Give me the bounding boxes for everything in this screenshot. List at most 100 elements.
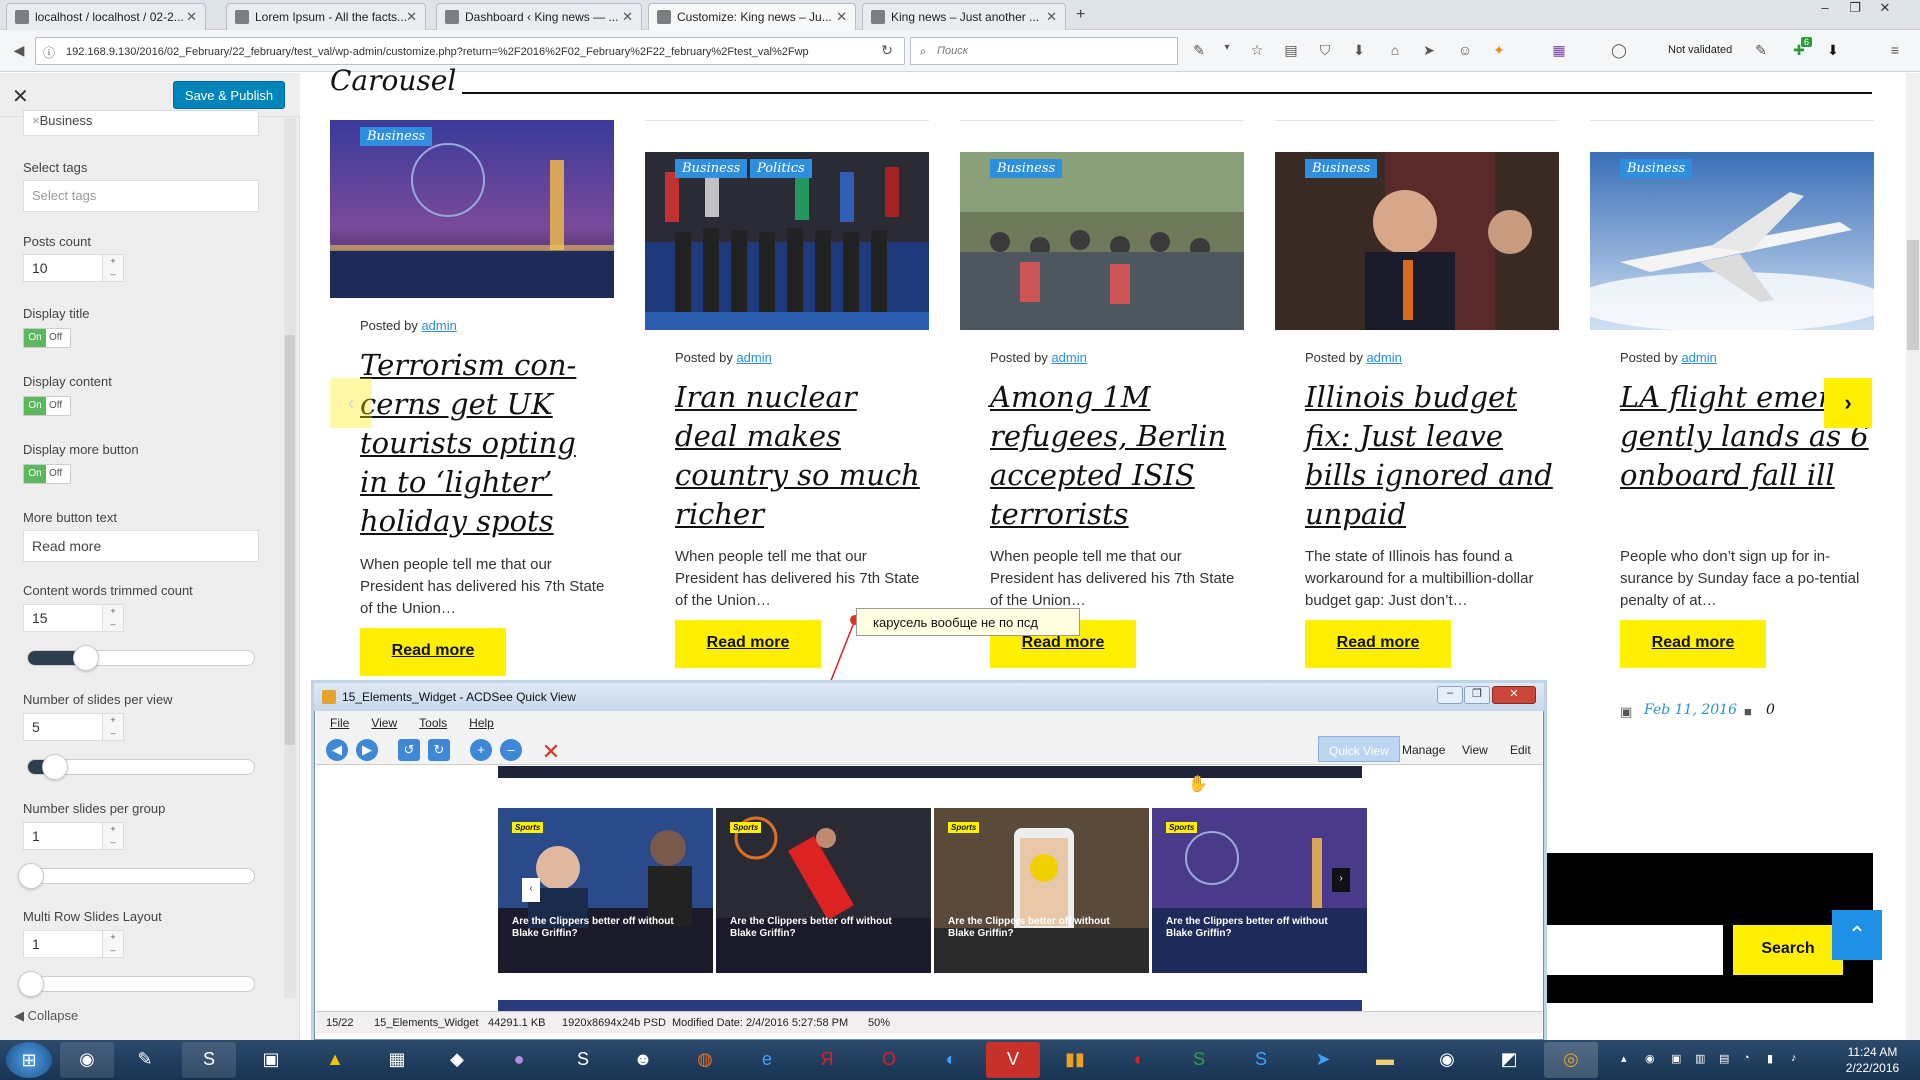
s-app-taskbar-icon[interactable]: S: [1172, 1042, 1226, 1078]
carousel-next-button[interactable]: ›: [1824, 378, 1872, 428]
save-download-icon[interactable]: ⬇: [1824, 42, 1842, 60]
preview-scroll-thumb[interactable]: [1907, 240, 1919, 350]
search-field[interactable]: Поиск: [910, 37, 1178, 65]
search-button[interactable]: Search: [1733, 925, 1843, 975]
new-tab-button[interactable]: +: [1076, 6, 1085, 24]
acdsee-close-icon[interactable]: ✕: [1492, 686, 1536, 704]
menu-file[interactable]: File: [330, 716, 349, 730]
calculator-taskbar-icon[interactable]: ▦: [370, 1042, 424, 1078]
card-image[interactable]: Business: [960, 152, 1244, 330]
home-icon[interactable]: ⌂: [1386, 42, 1404, 60]
opera-taskbar-icon[interactable]: O: [862, 1042, 916, 1078]
zoom-out-icon[interactable]: –: [500, 739, 522, 761]
close-tab-icon[interactable]: ✕: [1046, 9, 1057, 25]
scroll-to-top-button[interactable]: ⌃: [1832, 910, 1882, 960]
post-title[interactable]: Iran nuclear deal makes country so much …: [675, 378, 925, 534]
mode-manage[interactable]: Manage: [1392, 736, 1455, 762]
number-spinner[interactable]: + –: [102, 713, 124, 741]
post-title[interactable]: Terrorism con-cerns get UK tourists opti…: [360, 346, 610, 541]
close-tab-icon[interactable]: ✕: [406, 9, 417, 25]
firefox-taskbar-icon[interactable]: ◍: [678, 1042, 732, 1078]
tray-green-icon[interactable]: ▥: [1695, 1052, 1705, 1065]
slides-per-view-input[interactable]: 5 + –: [23, 713, 124, 741]
acdsee-titlebar[interactable]: 15_Elements_Widget - ACDSee Quick View: [314, 683, 1544, 711]
paint-taskbar-icon[interactable]: ◩: [1482, 1042, 1536, 1078]
maximize-icon[interactable]: ❐: [1840, 0, 1870, 18]
author-link[interactable]: admin: [421, 318, 456, 333]
menu-help[interactable]: Help: [469, 716, 494, 730]
annotation-note[interactable]: карусель вообще не по псд: [856, 608, 1080, 636]
card-image[interactable]: Business: [1590, 152, 1874, 330]
mode-edit[interactable]: Edit: [1500, 736, 1541, 762]
slider-handle[interactable]: [18, 971, 44, 997]
filezilla-taskbar-icon[interactable]: ▮▮: [1048, 1042, 1102, 1078]
slider-handle[interactable]: [18, 863, 44, 889]
display-title-toggle[interactable]: On Off: [23, 328, 71, 348]
app-taskbar-icon[interactable]: ☻: [616, 1042, 670, 1078]
validation-status[interactable]: Not validated: [1668, 44, 1732, 56]
category-tag[interactable]: Business: [1620, 159, 1693, 178]
author-link[interactable]: admin: [1366, 350, 1401, 365]
category-tag[interactable]: Business: [360, 127, 433, 146]
language-flag-icon[interactable]: ▤: [1719, 1052, 1729, 1065]
number-spinner[interactable]: + –: [102, 604, 124, 632]
tray-chat-icon[interactable]: ◔: [1743, 1052, 1750, 1064]
sidebar-scroll-thumb[interactable]: [285, 335, 295, 745]
apps-grid-icon[interactable]: ▦: [1550, 42, 1568, 60]
menu-view[interactable]: View: [371, 716, 397, 730]
number-spinner[interactable]: + –: [102, 254, 124, 282]
chrome-alt-taskbar-icon[interactable]: ◉: [1420, 1042, 1474, 1078]
yandex-taskbar-icon[interactable]: Я: [800, 1042, 854, 1078]
comment-count[interactable]: 0: [1766, 702, 1775, 718]
browser-tab[interactable]: Lorem Ipsum - All the facts... ✕: [226, 3, 426, 30]
url-field[interactable]: 192.168.9.130/2016/02_February/22_februa…: [35, 37, 905, 65]
posts-count-input[interactable]: 10 + –: [23, 254, 124, 282]
sublime-taskbar-icon[interactable]: S: [556, 1042, 610, 1078]
save-taskbar-icon[interactable]: ▣: [244, 1042, 298, 1078]
browser-tab[interactable]: King news – Just another ... ✕: [862, 3, 1066, 30]
save-publish-button[interactable]: Save & Publish: [173, 81, 285, 109]
category-tag[interactable]: Politics: [750, 159, 812, 178]
menu-tools[interactable]: Tools: [419, 716, 447, 730]
multirow-slider[interactable]: [18, 971, 255, 997]
slides-per-group-slider[interactable]: [18, 863, 255, 889]
site-info-icon[interactable]: ⓘ: [40, 44, 58, 62]
slider-handle[interactable]: [42, 754, 68, 780]
ie-taskbar-icon[interactable]: e: [740, 1042, 794, 1078]
browser-tab[interactable]: Dashboard ‹ King news — ... ✕: [436, 3, 642, 30]
previous-image-icon[interactable]: ◀: [326, 739, 348, 761]
taskbar-clock[interactable]: 11:24 AM 2/22/2016: [1835, 1044, 1910, 1076]
trim-count-slider[interactable]: [27, 645, 255, 671]
reading-list-icon[interactable]: ▤: [1282, 42, 1300, 60]
minimize-icon[interactable]: –: [1810, 0, 1840, 18]
category-tag[interactable]: Business: [1305, 159, 1378, 178]
bookmark-star-icon[interactable]: ☆: [1248, 42, 1266, 60]
card-image[interactable]: Business: [1275, 152, 1559, 330]
chrome-taskbar-icon[interactable]: ◉: [60, 1042, 114, 1078]
download-icon[interactable]: ⬇: [1350, 42, 1368, 60]
read-more-button[interactable]: Read more: [1620, 620, 1766, 668]
browser-tab-active[interactable]: Customize: King news – Ju... ✕: [648, 3, 856, 31]
carousel-prev-button[interactable]: ‹: [330, 378, 372, 428]
dropdown-icon[interactable]: ▾: [1218, 42, 1236, 60]
acdsee-restore-icon[interactable]: ❐: [1464, 686, 1490, 704]
acdsee-taskbar-icon[interactable]: ◎: [1544, 1042, 1598, 1078]
warning-app-taskbar-icon[interactable]: ▲: [308, 1042, 362, 1078]
edit-icon[interactable]: ✎: [1190, 42, 1208, 60]
network-icon[interactable]: ▮: [1767, 1052, 1773, 1065]
volume-icon[interactable]: ♪: [1791, 1052, 1797, 1064]
skype-taskbar-icon[interactable]: S: [1234, 1042, 1288, 1078]
next-image-icon[interactable]: ▶: [356, 739, 378, 761]
preview-scrollbar[interactable]: [1906, 73, 1920, 1040]
start-button-icon[interactable]: ⊞: [6, 1042, 52, 1078]
close-tab-icon[interactable]: ✕: [186, 9, 197, 25]
number-spinner[interactable]: + –: [102, 822, 124, 850]
slides-per-view-slider[interactable]: [27, 754, 255, 780]
category-select[interactable]: ×Business: [23, 110, 259, 136]
read-more-button[interactable]: Read more: [360, 628, 506, 676]
slider-handle[interactable]: [73, 645, 99, 671]
browser-tab[interactable]: localhost / localhost / 02-2... ✕: [6, 3, 206, 30]
notes-icon[interactable]: ✎: [1752, 42, 1770, 60]
notepad-taskbar-icon[interactable]: ✎: [118, 1042, 172, 1078]
delete-icon[interactable]: ✕: [540, 739, 562, 764]
